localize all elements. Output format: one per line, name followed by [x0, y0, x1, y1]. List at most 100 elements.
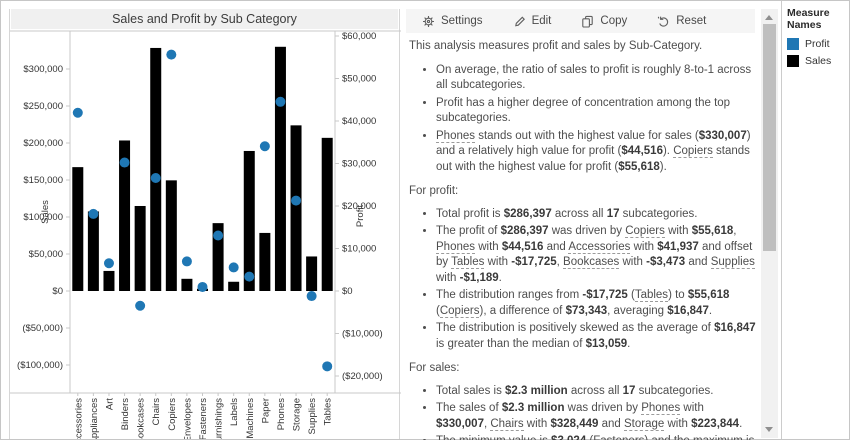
story-value: $286,397: [504, 208, 552, 220]
story-text: ).: [660, 161, 667, 173]
story-text: is greater than the median of: [436, 338, 586, 350]
chart-panel: Sales and Profit by Sub Category $300,00…: [9, 9, 400, 439]
story-text: Profit has a higher degree of concentrat…: [436, 97, 730, 125]
story-text: .: [709, 305, 712, 317]
sales-bar[interactable]: [166, 180, 177, 291]
story-value: $44,516: [621, 145, 663, 157]
reset-label: Reset: [676, 15, 706, 27]
reset-button[interactable]: Reset: [657, 15, 706, 28]
profit-dot[interactable]: [275, 97, 285, 107]
story-text: The profit of: [436, 225, 501, 237]
sales-bar[interactable]: [259, 233, 270, 291]
story-term: Bookcases: [563, 256, 619, 269]
story-value: $2.3 million: [502, 402, 565, 414]
story-text: and: [543, 241, 568, 253]
story-text: with: [436, 272, 460, 284]
sales-bar[interactable]: [103, 271, 114, 291]
story-bullet: Total sales is $2.3 million across all 1…: [436, 384, 756, 400]
profit-axis-tick: $40,000: [342, 116, 376, 127]
settings-button[interactable]: Settings: [422, 15, 483, 28]
profit-dot[interactable]: [291, 196, 301, 206]
scroll-up-icon[interactable]: [765, 15, 773, 20]
scroll-down-icon[interactable]: [765, 427, 773, 432]
profit-axis-tick: $60,000: [342, 31, 376, 42]
story-text: ).: [663, 145, 673, 157]
scrollbar-thumb[interactable]: [763, 24, 776, 251]
story-value: -$17,725: [582, 289, 627, 301]
profit-axis-tick: ($10,000): [342, 329, 383, 340]
profit-dot[interactable]: [151, 173, 161, 183]
profit-dot[interactable]: [307, 291, 317, 301]
sales-bar[interactable]: [150, 48, 161, 291]
pencil-icon: [513, 15, 526, 28]
profit-axis-tick: $30,000: [342, 159, 376, 170]
copy-button[interactable]: Copy: [581, 15, 627, 28]
story-text: The distribution ranges from: [436, 289, 582, 301]
category-label: Supplies: [307, 398, 318, 435]
story-value: $55,618: [692, 225, 734, 237]
profit-dot[interactable]: [182, 256, 192, 266]
story-bullet-list: On average, the ratio of sales to profit…: [409, 63, 756, 176]
story-text: with: [630, 241, 657, 253]
sales-bar[interactable]: [275, 47, 286, 291]
story-text: across all: [568, 385, 623, 397]
edit-button[interactable]: Edit: [513, 15, 552, 28]
story-value: $55,618: [688, 289, 730, 301]
story-value: $16,847: [667, 305, 709, 317]
sales-bar[interactable]: [72, 167, 83, 291]
story-bullet-list: Total profit is $286,397 across all 17 s…: [409, 207, 756, 353]
story-term: Phones: [436, 241, 475, 254]
story-term: Copiers: [673, 145, 713, 158]
story-term: Tables: [451, 256, 484, 269]
story-value: 17: [607, 208, 620, 220]
sales-axis-tick: ($100,000): [17, 360, 63, 371]
profit-dot[interactable]: [73, 108, 83, 118]
sales-bar[interactable]: [291, 125, 302, 291]
sales-bar[interactable]: [244, 151, 255, 291]
settings-label: Settings: [441, 15, 483, 27]
story-bullet: The distribution is positively skewed as…: [436, 321, 756, 352]
profit-dot[interactable]: [166, 50, 176, 60]
sales-bar[interactable]: [135, 206, 146, 291]
sales-profit-chart[interactable]: $300,000$250,000$200,000$150,000$100,000…: [10, 9, 401, 439]
category-label: Machines: [245, 398, 256, 439]
profit-dot[interactable]: [198, 282, 208, 292]
story-bullet: The sales of $2.3 million was driven by …: [436, 401, 756, 432]
sales-bar[interactable]: [88, 211, 99, 291]
sales-axis-title: Sales: [40, 200, 51, 224]
category-label: Paper: [260, 398, 271, 423]
story-term: Chairs: [490, 418, 523, 431]
profit-dot[interactable]: [104, 258, 114, 268]
legend-item-sales[interactable]: Sales: [787, 55, 849, 67]
profit-dot[interactable]: [88, 209, 98, 219]
sales-bar[interactable]: [306, 256, 317, 291]
legend-item-profit[interactable]: Profit: [787, 38, 849, 50]
copy-label: Copy: [600, 15, 627, 27]
profit-dot[interactable]: [229, 262, 239, 272]
story-scrollbar[interactable]: [761, 9, 778, 438]
profit-dot[interactable]: [135, 301, 145, 311]
story-text: .: [739, 418, 742, 430]
story-text: stands out with the highest value for sa…: [475, 130, 699, 142]
category-label: Storage: [292, 398, 303, 431]
story-text: Total profit is: [436, 208, 504, 220]
story-value: $328,449: [550, 418, 598, 430]
story-text: across all: [552, 208, 607, 220]
profit-dot[interactable]: [260, 141, 270, 151]
copy-icon: [581, 15, 594, 28]
category-label: Fasteners: [198, 398, 209, 439]
story-text: with: [475, 241, 502, 253]
story-text: The sales of: [436, 402, 502, 414]
sales-bar[interactable]: [322, 138, 333, 291]
sales-bar[interactable]: [228, 282, 239, 291]
profit-dot[interactable]: [120, 158, 130, 168]
profit-dot[interactable]: [213, 230, 223, 240]
profit-swatch: [787, 38, 799, 50]
sales-bar[interactable]: [181, 279, 192, 291]
profit-axis-tick: $0: [342, 286, 353, 297]
profit-dot[interactable]: [322, 361, 332, 371]
profit-dot[interactable]: [244, 272, 254, 282]
story-value: -$1,189: [460, 272, 499, 284]
story-text: The minimum value is: [436, 435, 551, 440]
story-text: ) to: [668, 289, 688, 301]
